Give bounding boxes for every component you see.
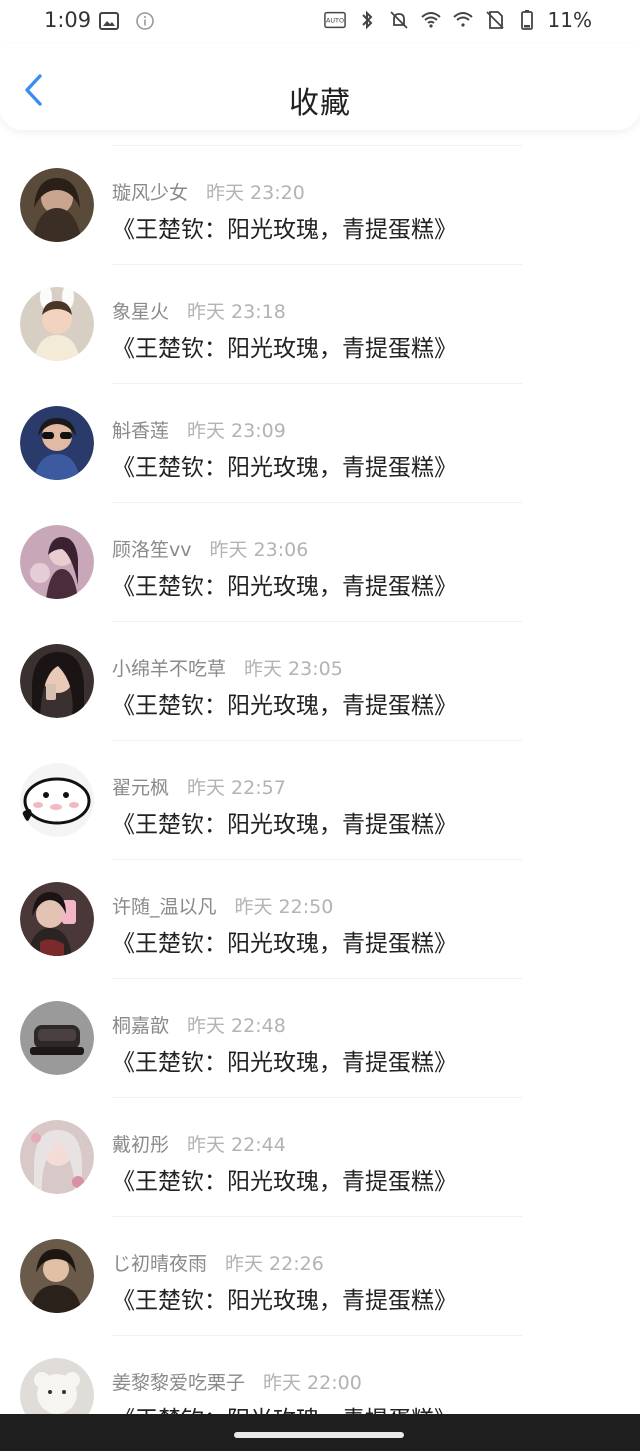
post-title[interactable]: 《王楚钦：阳光玫瑰，青提蛋糕》 [112, 1043, 457, 1077]
avatar[interactable] [20, 1239, 94, 1313]
bluetooth-icon [361, 10, 372, 30]
battery-icon [520, 10, 533, 30]
username[interactable]: 斛香莲 [112, 420, 169, 442]
mute-icon [389, 11, 408, 29]
post-title[interactable]: 《王楚钦：阳光玫瑰，青提蛋糕》 [112, 210, 457, 244]
avatar[interactable] [20, 1120, 94, 1194]
battery-level: 11% [547, 8, 592, 32]
status-bar: 1:09 AUTO 11% [0, 0, 640, 44]
wifi-icon [420, 12, 441, 28]
avatar[interactable] [20, 525, 94, 599]
avatar[interactable] [20, 644, 94, 718]
no-sim-icon [485, 11, 504, 29]
favorites-list: 璇风少女 昨天 23:20 《王楚钦：阳光玫瑰，青提蛋糕》 象星火 昨天 23:18… [0, 145, 640, 1451]
header-bar: 收藏 [0, 44, 640, 130]
list-item[interactable]: 许随_温以凡 昨天 22:50 《王楚钦：阳光玫瑰，青提蛋糕》 [20, 859, 522, 978]
status-right-icons: AUTO 11% [323, 8, 592, 32]
username[interactable]: じ初晴夜雨 [112, 1253, 207, 1275]
list-item[interactable]: じ初晴夜雨 昨天 22:26 《王楚钦：阳光玫瑰，青提蛋糕》 [20, 1216, 522, 1335]
username[interactable]: 象星火 [112, 301, 169, 323]
username[interactable]: 许随_温以凡 [112, 896, 217, 918]
favorites-screen: 1:09 AUTO 11% 收藏 璇风少女 昨天 23:20 《王楚钦：阳光玫瑰… [0, 0, 640, 1451]
timestamp: 昨天 22:57 [187, 777, 286, 799]
avatar[interactable] [20, 763, 94, 837]
post-title[interactable]: 《王楚钦：阳光玫瑰，青提蛋糕》 [112, 448, 457, 482]
list-item[interactable]: 桐嘉歆 昨天 22:48 《王楚钦：阳光玫瑰，青提蛋糕》 [20, 978, 522, 1097]
username[interactable]: 桐嘉歆 [112, 1015, 169, 1037]
post-title[interactable]: 《王楚钦：阳光玫瑰，青提蛋糕》 [112, 1281, 457, 1315]
list-item[interactable]: 璇风少女 昨天 23:20 《王楚钦：阳光玫瑰，青提蛋糕》 [20, 145, 522, 264]
list-item[interactable]: 戴初彤 昨天 22:44 《王楚钦：阳光玫瑰，青提蛋糕》 [20, 1097, 522, 1216]
navigation-bar [0, 1414, 640, 1451]
timestamp: 昨天 23:06 [209, 539, 309, 561]
timestamp: 昨天 22:44 [187, 1134, 286, 1156]
auto-hz-icon: AUTO [323, 11, 346, 29]
avatar[interactable] [20, 287, 94, 361]
username[interactable]: 顾洛笙vv [112, 539, 192, 561]
list-item[interactable]: 小绵羊不吃草 昨天 23:05 《王楚钦：阳光玫瑰，青提蛋糕》 [20, 621, 522, 740]
username[interactable]: 翟元枫 [112, 777, 169, 799]
avatar[interactable] [20, 882, 94, 956]
svg-text:AUTO: AUTO [326, 17, 344, 25]
timestamp: 昨天 22:50 [234, 896, 334, 918]
avatar[interactable] [20, 406, 94, 480]
post-title[interactable]: 《王楚钦：阳光玫瑰，青提蛋糕》 [112, 924, 457, 958]
username[interactable]: 戴初彤 [112, 1134, 169, 1156]
wifi-6-icon [452, 12, 473, 27]
timestamp: 昨天 22:26 [225, 1253, 324, 1275]
timestamp: 昨天 23:18 [187, 301, 286, 323]
avatar[interactable] [20, 1001, 94, 1075]
timestamp: 昨天 22:00 [263, 1372, 362, 1394]
status-left-icons [98, 10, 156, 32]
list-item[interactable]: 顾洛笙vv 昨天 23:06 《王楚钦：阳光玫瑰，青提蛋糕》 [20, 502, 522, 621]
post-title[interactable]: 《王楚钦：阳光玫瑰，青提蛋糕》 [112, 1162, 457, 1196]
list-item[interactable]: 斛香莲 昨天 23:09 《王楚钦：阳光玫瑰，青提蛋糕》 [20, 383, 522, 502]
post-title[interactable]: 《王楚钦：阳光玫瑰，青提蛋糕》 [112, 329, 457, 363]
status-time: 1:09 [44, 8, 92, 32]
post-title[interactable]: 《王楚钦：阳光玫瑰，青提蛋糕》 [112, 686, 457, 720]
username[interactable]: 小绵羊不吃草 [112, 658, 226, 680]
timestamp: 昨天 23:05 [244, 658, 343, 680]
timestamp: 昨天 22:48 [187, 1015, 286, 1037]
list-item[interactable]: 翟元枫 昨天 22:57 《王楚钦：阳光玫瑰，青提蛋糕》 [20, 740, 522, 859]
gallery-icon [99, 12, 119, 30]
timestamp: 昨天 23:20 [206, 182, 305, 204]
post-title[interactable]: 《王楚钦：阳光玫瑰，青提蛋糕》 [112, 567, 457, 601]
timestamp: 昨天 23:09 [187, 420, 286, 442]
page-title: 收藏 [289, 86, 351, 121]
info-icon [136, 12, 154, 30]
post-title[interactable]: 《王楚钦：阳光玫瑰，青提蛋糕》 [112, 805, 457, 839]
home-indicator[interactable] [234, 1432, 404, 1438]
list-item[interactable]: 象星火 昨天 23:18 《王楚钦：阳光玫瑰，青提蛋糕》 [20, 264, 522, 383]
username[interactable]: 姜黎黎爱吃栗子 [112, 1372, 245, 1394]
username[interactable]: 璇风少女 [112, 182, 188, 204]
avatar[interactable] [20, 168, 94, 242]
